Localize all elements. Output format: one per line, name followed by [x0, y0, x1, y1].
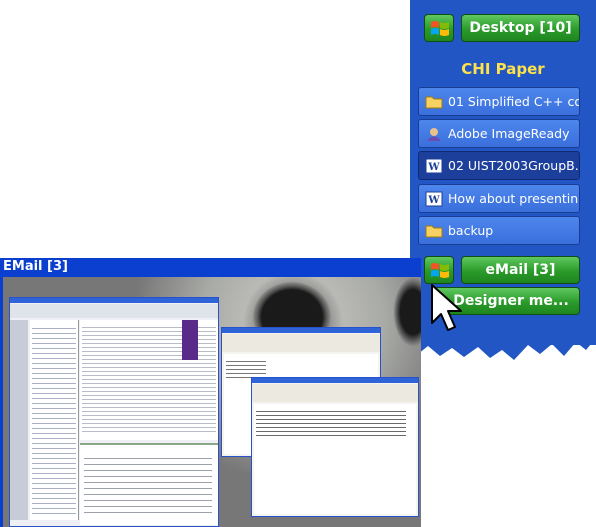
email-button[interactable]: eMail [3]: [461, 256, 580, 284]
explorer-thumbnail: [251, 377, 419, 517]
email-window-title: EMail [3]: [3, 259, 68, 274]
word-icon: W: [425, 158, 443, 174]
task-item-uist2003[interactable]: W 02 UIST2003GroupB...: [418, 151, 580, 180]
task-item-adobe-imageready[interactable]: Adobe ImageReady: [418, 119, 580, 148]
desktop-button-label: Desktop [10]: [469, 20, 572, 36]
task-item-label: Adobe ImageReady: [448, 126, 570, 141]
group-title: CHI Paper: [461, 60, 545, 78]
start-logo-button[interactable]: [424, 14, 454, 42]
task-item-label: backup: [448, 223, 494, 238]
windows-logo-icon: [431, 263, 449, 278]
email-window-preview: [3, 277, 421, 527]
mouse-cursor-icon: [431, 284, 462, 331]
task-item-label: 02 UIST2003GroupB...: [448, 158, 579, 173]
svg-text:W: W: [427, 162, 440, 173]
outlook-thumbnail: [9, 297, 219, 527]
email-button-label: eMail [3]: [485, 262, 556, 278]
start-logo-button[interactable]: [424, 256, 454, 284]
folder-icon: [425, 223, 443, 239]
word-icon: W: [425, 191, 443, 207]
task-item-backup[interactable]: backup: [418, 216, 580, 245]
windows-logo-icon: [431, 21, 449, 36]
task-item-label: 01 Simplified C++ co...: [448, 94, 579, 109]
imageready-icon: [425, 126, 443, 142]
desktop-button[interactable]: Desktop [10]: [461, 14, 580, 42]
folder-icon: [425, 94, 443, 110]
task-item-how-about-presenting[interactable]: W How about presentin...: [418, 184, 580, 213]
email-window[interactable]: EMail [3]: [0, 258, 421, 527]
task-item-simplified-cpp[interactable]: 01 Simplified C++ co...: [418, 87, 580, 116]
task-item-label: How about presentin...: [448, 191, 579, 206]
svg-text:W: W: [427, 195, 440, 206]
